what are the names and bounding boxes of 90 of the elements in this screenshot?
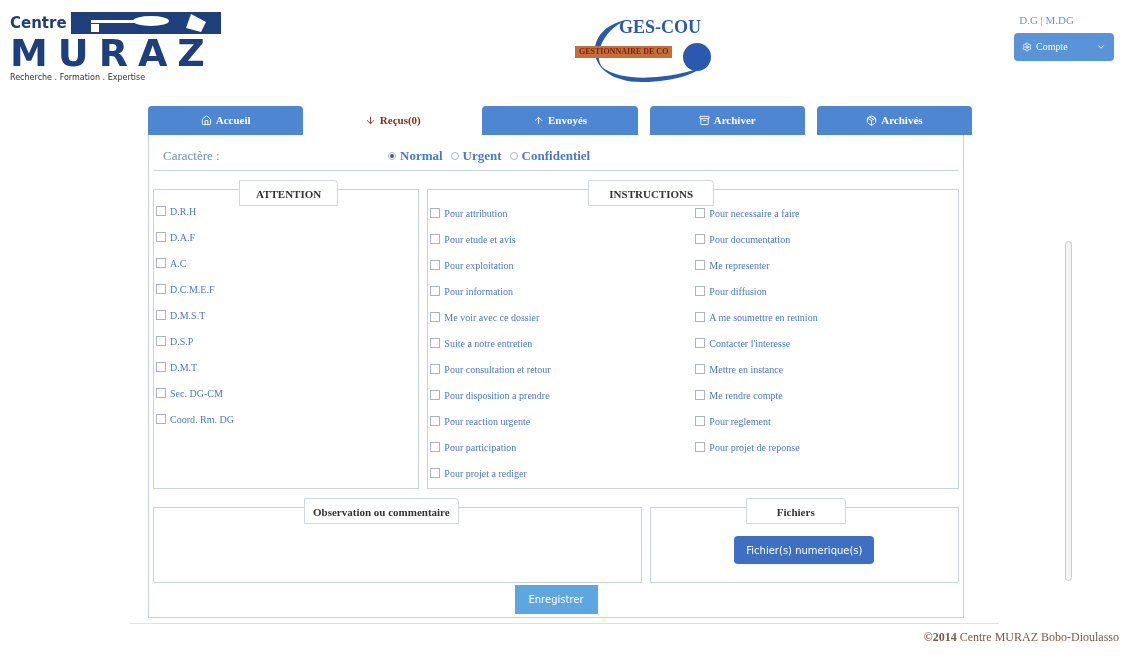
- archive-icon: [698, 115, 710, 126]
- arrow-down-icon: [364, 115, 376, 126]
- checkbox-label: Pour exploitation: [444, 258, 514, 273]
- checkbox-label: Pour disposition a prendre: [444, 388, 550, 403]
- home-icon: [200, 115, 212, 126]
- checkbox-label: D.C.M.E.F: [170, 282, 215, 297]
- scrollbar[interactable]: [1065, 241, 1072, 581]
- arrow-up-icon: [532, 115, 544, 126]
- field-label: Caractère :: [163, 146, 221, 165]
- logo-tagline: Recherche . Formation . Expertise: [10, 72, 147, 84]
- account-button[interactable]: Compte: [1014, 32, 1114, 61]
- checkbox[interactable]: [430, 390, 441, 400]
- checkbox-label: D.A.F: [170, 230, 195, 245]
- radio-label: Confidentiel: [521, 146, 591, 165]
- checkbox-label: Contacter l'interesse: [709, 336, 791, 351]
- radio-label: Urgent: [462, 146, 502, 165]
- checkbox[interactable]: [695, 364, 706, 374]
- logo-text: MURAZ: [10, 34, 216, 72]
- checkbox-label: D.M.S.T: [170, 308, 206, 323]
- checkbox-label: Pour projet de reponse: [709, 440, 800, 455]
- checkbox-label: Me rendre compte: [709, 388, 783, 403]
- checkbox[interactable]: [156, 310, 166, 320]
- checkbox[interactable]: [695, 260, 706, 270]
- microscope-icon: [70, 12, 221, 34]
- checkbox[interactable]: [156, 362, 166, 372]
- logo-subtitle: GESTIONNAIRE DE CO: [575, 46, 673, 58]
- checkbox[interactable]: [430, 312, 441, 322]
- checkbox[interactable]: [156, 336, 166, 346]
- checkbox[interactable]: [156, 388, 166, 398]
- fieldset-legend: Observation ou commentaire: [313, 506, 450, 518]
- checkbox-label: Pour reaction urgente: [444, 414, 531, 429]
- checkbox-label: Me voir avec ce dossier: [444, 310, 540, 325]
- checkbox-label: Pour attribution: [444, 206, 508, 221]
- checkbox[interactable]: [695, 390, 706, 400]
- checkbox[interactable]: [695, 208, 706, 218]
- logo-text: Centre: [10, 15, 67, 31]
- checkbox-label: Pour etude et avis: [444, 232, 516, 247]
- fieldset-legend: INSTRUCTIONS: [609, 188, 694, 200]
- save-button[interactable]: Enregistrer: [514, 585, 598, 614]
- checkbox-label: D.R.H: [170, 204, 197, 219]
- checkbox-label: Suite a notre entretien: [444, 336, 533, 351]
- checkbox[interactable]: [156, 232, 166, 242]
- checkbox-label: A me soumettre en reunion: [709, 310, 818, 325]
- checkbox[interactable]: [430, 234, 441, 244]
- checkbox[interactable]: [695, 442, 706, 452]
- files-button[interactable]: Fichier(s) numerique(s): [734, 536, 875, 564]
- checkbox-label: Pour reglement: [709, 414, 771, 429]
- checkbox-label: Pour information: [444, 284, 513, 299]
- fieldset-legend: Fichiers: [776, 506, 815, 518]
- checkbox[interactable]: [695, 234, 706, 244]
- checkbox-label: D.M.T: [170, 360, 198, 375]
- tab[interactable]: Archiver: [649, 106, 805, 135]
- settings-icon: [1022, 41, 1032, 52]
- checkbox-label: Sec. DG-CM: [170, 386, 223, 401]
- checkbox-label: Me representer: [709, 258, 770, 273]
- checkbox-label: A.C: [170, 256, 187, 271]
- tab[interactable]: Archivés: [816, 106, 972, 135]
- checkbox-label: D.S.P: [170, 334, 194, 349]
- checkbox[interactable]: [695, 338, 706, 348]
- checkbox-label: Mettre en instance: [709, 362, 784, 377]
- checkbox[interactable]: [695, 312, 706, 322]
- checkbox[interactable]: [430, 416, 441, 426]
- checkbox[interactable]: [430, 442, 441, 452]
- tab[interactable]: Accueil: [148, 106, 304, 135]
- user-label: D.G | M.DG: [1019, 13, 1074, 28]
- checkbox[interactable]: [430, 208, 441, 218]
- checkbox-label: Pour necessaire a faire: [709, 206, 800, 221]
- box-icon: [866, 115, 878, 126]
- radio-label: Normal: [400, 146, 443, 165]
- checkbox[interactable]: [430, 286, 441, 296]
- checkbox[interactable]: [430, 260, 441, 270]
- logo-title: GES-COU: [619, 18, 701, 36]
- checkbox-label: Pour projet a rediger: [444, 466, 527, 481]
- checkbox-label: Coord. Rm. DG: [170, 412, 234, 427]
- checkbox[interactable]: [430, 468, 441, 478]
- tab[interactable]: Envoyés: [482, 106, 638, 135]
- fieldset-legend: ATTENTION: [256, 188, 322, 200]
- checkbox[interactable]: [156, 206, 166, 216]
- checkbox-label: Pour participation: [444, 440, 517, 455]
- checkbox[interactable]: [156, 284, 166, 294]
- checkbox[interactable]: [430, 364, 441, 374]
- checkbox[interactable]: [156, 414, 166, 424]
- checkbox[interactable]: [695, 286, 706, 296]
- checkbox[interactable]: [430, 338, 441, 348]
- footer-text: ©2014 Centre MURAZ Bobo-Dioulasso: [923, 629, 1119, 646]
- checkbox[interactable]: [156, 258, 166, 268]
- checkbox-label: Pour consultation et retour: [444, 362, 551, 377]
- checkbox-label: Pour documentation: [709, 232, 791, 247]
- checkbox-label: Pour diffusion: [709, 284, 767, 299]
- checkbox[interactable]: [695, 416, 706, 426]
